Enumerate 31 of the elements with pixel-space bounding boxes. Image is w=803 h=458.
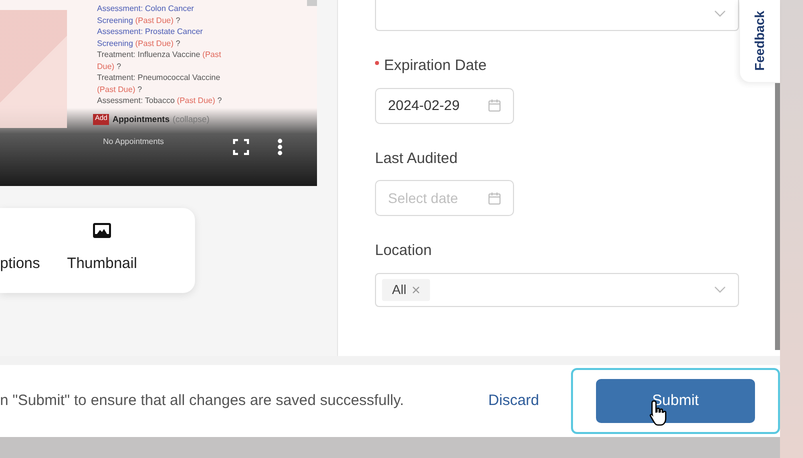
reminder-item[interactable]: Assessment: Prostate Cancer Screening (Past Due) ? (97, 26, 229, 49)
tool-button[interactable]: Thumbnail (67, 222, 138, 275)
select-field[interactable] (375, 0, 739, 31)
tag-chip: All (382, 278, 430, 300)
multiselect-field[interactable]: All (375, 272, 739, 306)
calendar-icon (488, 192, 501, 204)
field-label: Expiration Date (375, 55, 739, 78)
section-title: Appointments (112, 113, 170, 126)
date-field[interactable]: 2024-02-29 (375, 88, 514, 124)
calendar-icon (488, 99, 501, 112)
reminder-item: Treatment: Influenza Vaccine (Past Due) ? (97, 49, 222, 72)
image-icon (92, 222, 112, 238)
fullscreen-icon[interactable] (233, 139, 249, 155)
more-icon[interactable] (277, 138, 283, 156)
feedback-tab[interactable]: Feedback (740, 0, 780, 82)
reminder-item[interactable]: Assessment: Colon Cancer Screening (Past Due) ? (97, 3, 229, 26)
reminder-item: Assessment: Tobacco (Past Due) ? (97, 95, 223, 106)
scrollbar[interactable] (307, 0, 317, 6)
chevron-down-icon (714, 10, 726, 17)
empty-message: No Appointments (103, 136, 164, 148)
scrollbar[interactable] (775, 83, 780, 350)
footer-message: n "Submit" to ensure that all changes are saved successfully. (0, 390, 405, 411)
chevron-down-icon (714, 286, 726, 293)
video-player[interactable] (0, 0, 317, 186)
field-label: Last Audited (375, 148, 459, 168)
submit-button[interactable]: Submit (596, 379, 755, 423)
discard-link[interactable]: Discard (488, 390, 571, 412)
tool-button[interactable]: ptions (0, 252, 40, 275)
field-label: Location (375, 241, 433, 261)
close-icon[interactable] (412, 286, 420, 294)
reminder-item: Treatment: Pneumococcal Vaccine (Past Due) ? (97, 72, 222, 95)
